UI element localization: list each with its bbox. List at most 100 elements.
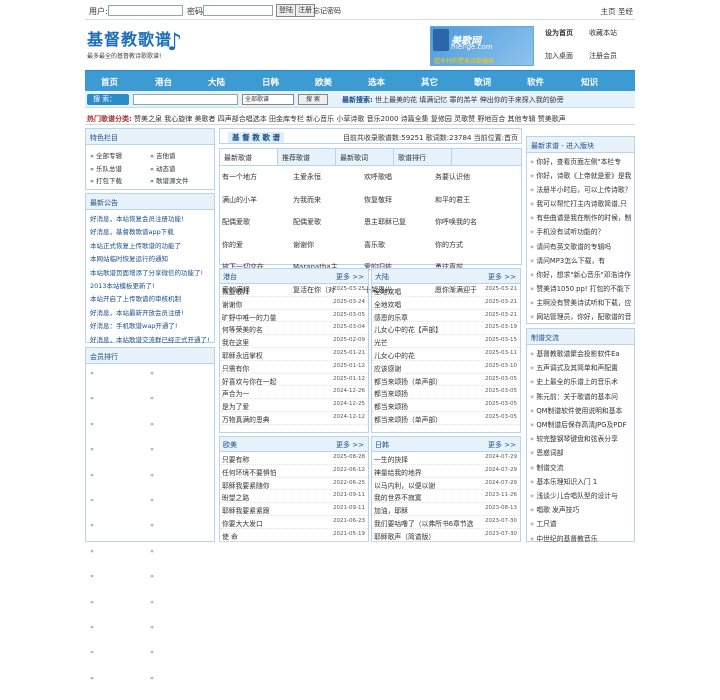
exchange-item[interactable]: » QM制谱后保存高清JPG及PDF (530, 418, 631, 432)
song-link[interactable]: 都当来颂扬（单声部） (374, 414, 479, 424)
rank-member[interactable]: » 我是主的小羊 (90, 672, 150, 692)
rank-member[interactable]: » 天天音乐 (150, 519, 210, 539)
set-homepage-link[interactable]: 设为首页 (545, 28, 589, 38)
song-link[interactable]: 好喜欢与你在一起 (222, 376, 327, 386)
song-link[interactable]: 只要有称 (222, 454, 327, 464)
rank-member[interactable]: » 2516744486 (90, 646, 150, 666)
song-link[interactable]: 你的方式 (435, 238, 506, 254)
rank-member[interactable]: » 瑞杯满溢100 (150, 570, 210, 590)
special-item[interactable]: » 乐队总谱 (90, 163, 150, 176)
exchange-text[interactable]: QM制谱软件使用说明和基本 (536, 407, 622, 415)
song-link[interactable]: 谢谢你 (222, 299, 327, 309)
special-item[interactable]: » 全部专辑 (90, 150, 150, 163)
notice-item[interactable]: 好消息，本站恢复会员注册功能! (90, 213, 210, 226)
nav-home[interactable]: 首页 (101, 76, 118, 88)
exchange-item[interactable]: » 较完整钢琴键盘和弦表分享 (530, 432, 631, 446)
special-item[interactable]: » 吉他谱 (150, 150, 210, 163)
rank-member[interactable]: » 回应 (90, 494, 150, 514)
request-item[interactable]: » 法册半小时后，可以上传诗歌？ (530, 183, 631, 197)
notice-item[interactable]: 本站歌谱页面增添了分享微信的功能了! (90, 267, 210, 280)
rank-member[interactable]: » 天霞 (90, 392, 150, 412)
score-request-title[interactable]: 最新求谱 - 进入版块 (527, 137, 634, 153)
song-link[interactable]: 配偶爱歌 (293, 215, 364, 231)
rank-member[interactable]: » x111l11rsrx (150, 418, 210, 438)
rank-member[interactable]: » 赞美的葡萄枝 (150, 646, 210, 666)
request-item[interactable]: » 有些曲谱是我在制作的时候，制 (530, 211, 631, 225)
rank-member[interactable]: » kuanye (90, 367, 150, 387)
request-text[interactable]: 法册半小时后，可以上传诗歌？ (536, 186, 631, 194)
notice-item[interactable]: 好消息，本站最新开放会员注册! (90, 307, 210, 320)
exchange-text[interactable]: 工尺谱 (536, 520, 556, 528)
username-input[interactable] (108, 5, 183, 16)
rank-member[interactable]: » 无花果-无花果 (90, 469, 150, 489)
song-link[interactable]: 耶稣永远掌权 (222, 350, 327, 360)
song-link[interactable]: 欢呼歌唱 (364, 170, 435, 186)
exchange-item[interactable]: » 工尺谱 (530, 517, 631, 531)
exchange-item[interactable]: » 浅谈少儿合唱队型的设计与 (530, 489, 631, 503)
latest-searches-text[interactable]: 世上最美的花 填满记忆 罪的羔羊 伸出你的手来探入我的胁旁 (375, 96, 564, 104)
request-item[interactable]: » 你好，诗歌《上帝就是爱》是我 (530, 169, 631, 183)
song-link[interactable]: 恢复敬拜 (222, 286, 327, 296)
tab-latest-lyrics[interactable]: 最新歌词 (336, 149, 394, 165)
more-link[interactable]: 更多 >> (336, 440, 364, 450)
exchange-text[interactable]: 制谱交流 (536, 464, 563, 472)
special-item[interactable]: » 打包下载 (90, 175, 150, 188)
panel-title[interactable]: 日韩 (375, 440, 389, 450)
song-link[interactable]: 都当来颂扬 (374, 401, 479, 411)
search-input[interactable] (133, 94, 238, 105)
song-link[interactable]: 使 命 (222, 531, 327, 541)
exchange-item[interactable]: » 五声调式及其简单和声配置 (530, 361, 631, 375)
ad-banner[interactable]: 美歌网 mei-ge.com 超乡村的赞美诗歌播放 (430, 26, 534, 66)
song-link[interactable]: 以马内利，以便以谢 (374, 480, 479, 490)
request-item[interactable]: » 手机没有试听功能的？ (530, 225, 631, 239)
song-link[interactable]: 任何环境不要惧怕 (222, 467, 327, 477)
exchange-text[interactable]: 陈元前：关于歌谱的基本问 (536, 393, 618, 401)
rank-member[interactable]: » AIYE (150, 672, 210, 692)
song-link[interactable]: 你要大大发口 (222, 518, 327, 528)
song-link[interactable]: 我的世界不寂寞 (374, 492, 479, 502)
exchange-text[interactable]: 唱歌 发声技巧 (536, 506, 579, 514)
request-text[interactable]: 赞美诗1050 pp! 打包的不能下 (536, 285, 630, 293)
rank-member[interactable]: » 默然无声 (150, 392, 210, 412)
song-link[interactable]: 应该感谢 (374, 363, 479, 373)
song-link[interactable]: 恩主耶稣已复 (364, 215, 435, 231)
song-link[interactable]: 只需有你 (222, 363, 327, 373)
song-link[interactable]: 儿女心中的花【声部】 (374, 324, 479, 334)
notice-item[interactable]: 本站开启了上传歌谱的审核机制 (90, 293, 210, 306)
exchange-text[interactable]: 较完整钢琴键盘和弦表分享 (536, 435, 618, 443)
song-link[interactable]: 声合为一 (222, 388, 327, 398)
exchange-text[interactable]: QM制谱后保存高清JPG及PDF (536, 421, 626, 429)
rank-member[interactable]: » k134628@126.com (150, 367, 210, 387)
bookmark-link[interactable]: 收藏本站 (589, 28, 633, 38)
request-text[interactable]: 有些曲谱是我在制作的时候，制 (536, 214, 631, 222)
request-text[interactable]: 请问有英文歌谱的专辑吗 (536, 243, 611, 251)
exchange-text[interactable]: 中世纪的基督教音乐 (536, 535, 597, 543)
song-link[interactable]: 旷野中唯一的力量 (222, 312, 327, 322)
song-link[interactable]: 都当来颂扬 (374, 388, 479, 398)
more-link[interactable]: 更多 >> (488, 440, 516, 450)
tab-latest-scores[interactable]: 最新歌谱 (220, 149, 278, 165)
request-text[interactable]: 我可以帮忙打主内诗歌简谱,只 (536, 200, 627, 208)
rank-member[interactable]: » 小陶 (90, 621, 150, 641)
song-link[interactable]: 满山的小羊 (222, 193, 293, 209)
add-desktop-link[interactable]: 加入桌面 (545, 51, 589, 61)
request-item[interactable]: » 你好，查看页面左侧"本栏专 (530, 155, 631, 169)
rank-member[interactable]: » 摇子 (90, 519, 150, 539)
login-button[interactable]: 登陆 (276, 4, 296, 17)
nav-other[interactable]: 其它 (421, 76, 438, 88)
notice-item[interactable]: 好消息，本站歌谱交流群已经正式开通了! (90, 334, 210, 347)
notice-item[interactable]: 好消息：手机歌谱wap开通了! (90, 320, 210, 333)
rank-member[interactable]: » 蓄香草 (90, 443, 150, 463)
song-link[interactable]: 耶稣我要紧随你 (222, 480, 327, 490)
song-link[interactable]: 务要认识他 (435, 170, 506, 186)
notice-item[interactable]: 本站正式恢复上传歌谱的功能了 (90, 240, 210, 253)
request-item[interactable]: » 请问MP3怎么下载，有 (530, 254, 631, 268)
song-link[interactable]: 是为了爱 (222, 401, 327, 411)
tab-ranking[interactable]: 歌谱排行 (394, 149, 452, 165)
more-link[interactable]: 更多 >> (336, 272, 364, 282)
rank-member[interactable]: » bobyp (150, 621, 210, 641)
nav-knowledge[interactable]: 知识 (581, 76, 598, 88)
request-text[interactable]: 主啊没有赞美诗试听和下载，应 (536, 299, 631, 307)
request-item[interactable]: » 我可以帮忙打主内诗歌简谱,只 (530, 197, 631, 211)
rank-member[interactable]: » 小珊409 (90, 545, 150, 565)
